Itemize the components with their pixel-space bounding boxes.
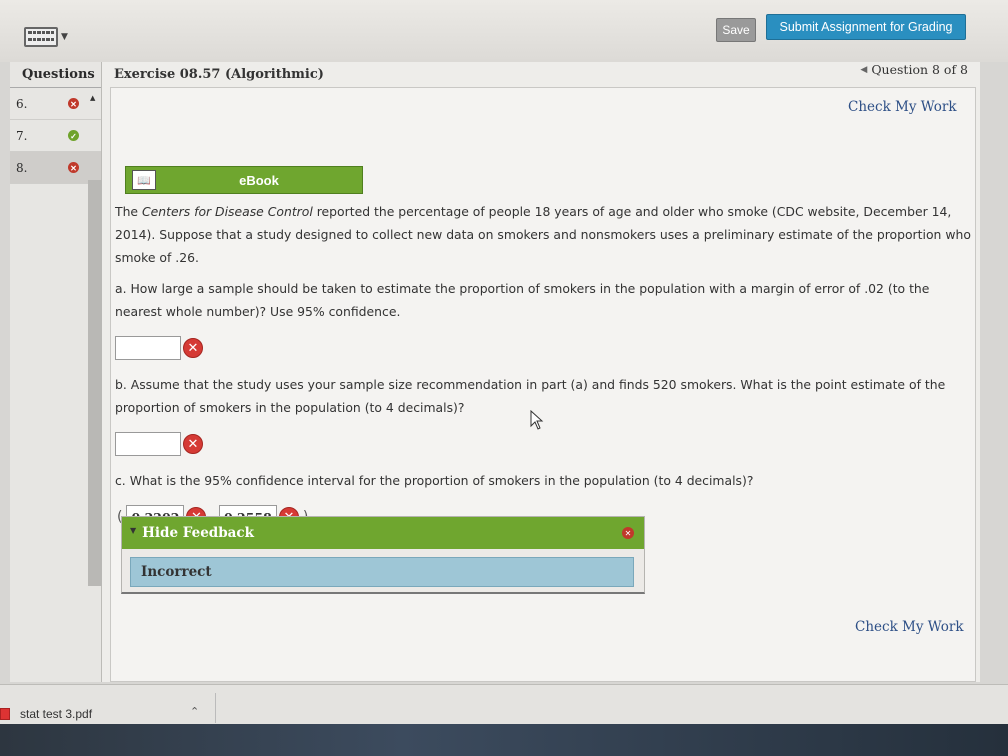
questions-panel: Questions ▲ 6. ✕ 7. ✓ 8. ✕ bbox=[10, 62, 102, 682]
incorrect-icon: ✕ bbox=[68, 98, 79, 109]
incorrect-x-icon: ✕ bbox=[183, 434, 203, 454]
download-item[interactable]: stat test 3.pdf bbox=[0, 707, 92, 721]
feedback-result: Incorrect bbox=[130, 557, 634, 587]
downloads-bar: stat test 3.pdf ⌃ bbox=[0, 684, 1008, 724]
mouse-pointer-icon bbox=[530, 410, 544, 430]
question-number: 7. bbox=[16, 128, 28, 143]
top-toolbar: ▼ Save Submit Assignment for Grading bbox=[0, 0, 1008, 62]
pdf-file-icon bbox=[0, 708, 10, 720]
question-item-6[interactable]: 6. ✕ bbox=[10, 88, 101, 120]
divider bbox=[215, 693, 216, 723]
chevron-up-icon[interactable]: ⌃ bbox=[190, 705, 199, 718]
part-c-question: c. What is the 95% confidence interval f… bbox=[115, 473, 754, 488]
questions-header: Questions bbox=[10, 62, 101, 88]
correct-check-icon: ✓ bbox=[68, 130, 79, 141]
question-number: 6. bbox=[16, 96, 28, 111]
os-taskbar bbox=[0, 724, 1008, 756]
exercise-panel: Exercise 08.57 (Algorithmic) ◀ Question … bbox=[102, 62, 980, 682]
question-navigator[interactable]: ◀ Question 8 of 8 bbox=[860, 62, 968, 77]
question-item-7[interactable]: 7. ✓ bbox=[10, 120, 101, 152]
check-my-work-link-bottom[interactable]: Check My Work bbox=[855, 619, 964, 635]
ebook-label: eBook bbox=[239, 172, 279, 188]
keyboard-icon bbox=[24, 27, 58, 47]
problem-intro: The Centers for Disease Control reported… bbox=[115, 204, 971, 265]
book-icon: 📖 bbox=[132, 170, 156, 190]
hide-feedback-toggle[interactable]: Hide Feedback bbox=[130, 525, 254, 541]
incorrect-icon: ✕ bbox=[68, 162, 79, 173]
problem-text: The Centers for Disease Control reported… bbox=[115, 200, 973, 542]
save-button[interactable]: Save bbox=[716, 18, 756, 42]
scroll-up-arrow-icon[interactable]: ▲ bbox=[90, 94, 95, 102]
question-counter: Question 8 of 8 bbox=[871, 62, 968, 77]
part-b-question: b. Assume that the study uses your sampl… bbox=[115, 377, 946, 415]
part-b-answer-input[interactable] bbox=[115, 432, 181, 456]
part-a-question: a. How large a sample should be taken to… bbox=[115, 281, 930, 319]
download-file-name: stat test 3.pdf bbox=[20, 707, 93, 721]
incorrect-x-icon: ✕ bbox=[183, 338, 203, 358]
part-a-answer-input[interactable] bbox=[115, 336, 181, 360]
questions-scrollbar[interactable] bbox=[88, 180, 102, 586]
keyboard-menu-button[interactable]: ▼ bbox=[24, 24, 72, 50]
feedback-panel: Hide Feedback ✕ Incorrect bbox=[121, 516, 645, 594]
question-number: 8. bbox=[16, 160, 28, 175]
feedback-header[interactable]: Hide Feedback ✕ bbox=[122, 517, 644, 549]
close-icon[interactable]: ✕ bbox=[622, 527, 634, 539]
source-name: Centers for Disease Control bbox=[141, 204, 313, 219]
question-content: Check My Work 📖 eBook The Centers for Di… bbox=[110, 87, 976, 682]
submit-assignment-button[interactable]: Submit Assignment for Grading bbox=[766, 14, 966, 40]
chevron-down-icon: ▼ bbox=[61, 32, 68, 42]
part-b-answer-row: ✕ bbox=[115, 427, 973, 461]
exercise-title: Exercise 08.57 (Algorithmic) bbox=[114, 67, 324, 82]
check-my-work-link-top[interactable]: Check My Work bbox=[848, 99, 957, 115]
ebook-button[interactable]: 📖 eBook bbox=[125, 166, 363, 194]
previous-question-icon[interactable]: ◀ bbox=[860, 65, 867, 75]
part-a-answer-row: ✕ bbox=[115, 331, 973, 365]
